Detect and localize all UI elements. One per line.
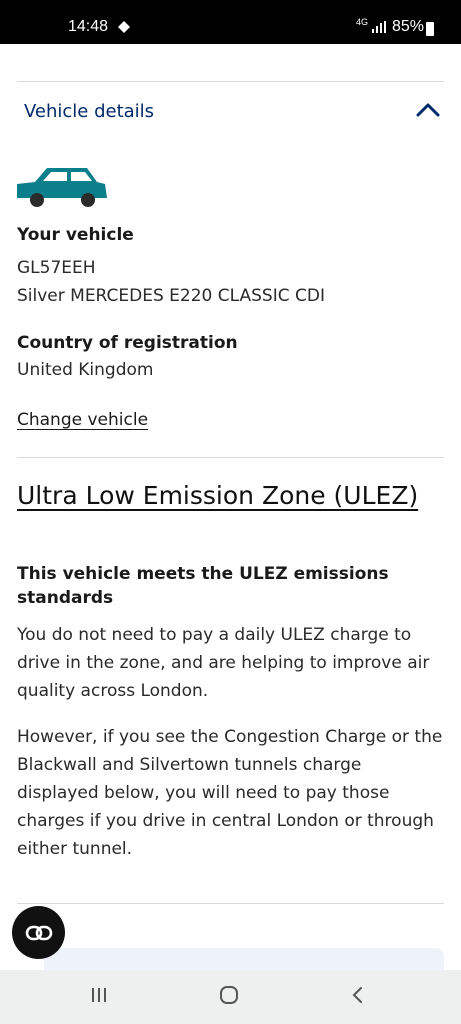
back-icon[interactable] bbox=[350, 986, 364, 1004]
ulez-title[interactable]: Ultra Low Emission Zone (ULEZ) bbox=[17, 479, 437, 513]
network-type: 4G bbox=[356, 17, 369, 27]
notification-icon bbox=[118, 21, 130, 33]
vehicle-details-title: Vehicle details bbox=[24, 101, 155, 122]
divider bbox=[17, 81, 444, 82]
country-label: Country of registration bbox=[17, 333, 238, 353]
vehicle-registration: GL57EEH bbox=[17, 258, 96, 278]
status-bar: 14:48 4G 85% bbox=[0, 0, 461, 44]
ulez-paragraph-1: You do not need to pay a daily ULEZ char… bbox=[17, 625, 430, 701]
signal-icon bbox=[372, 21, 386, 33]
ulez-paragraph-2: However, if you see the Congestion Charg… bbox=[17, 727, 443, 859]
recent-apps-icon[interactable] bbox=[90, 986, 108, 1004]
charges-panel bbox=[44, 948, 444, 970]
page-content: Vehicle details Your vehicle GL57EEH Sil… bbox=[0, 44, 461, 970]
system-nav-bar bbox=[0, 970, 461, 1024]
ulez-status: This vehicle meets the ULEZ emissions st… bbox=[17, 564, 389, 608]
chevron-up-icon[interactable] bbox=[416, 102, 440, 118]
country-value: United Kingdom bbox=[17, 360, 154, 380]
floating-action-button[interactable] bbox=[12, 906, 65, 959]
vehicle-details-header[interactable]: Vehicle details bbox=[17, 94, 444, 130]
vehicle-description: Silver MERCEDES E220 CLASSIC CDI bbox=[17, 286, 325, 306]
car-icon bbox=[17, 168, 107, 207]
divider bbox=[17, 457, 444, 458]
battery-percent: 85% bbox=[392, 18, 425, 35]
home-icon[interactable] bbox=[219, 986, 239, 1004]
your-vehicle-label: Your vehicle bbox=[17, 225, 134, 245]
divider bbox=[17, 903, 444, 904]
link-icon bbox=[25, 925, 53, 941]
battery-icon bbox=[426, 22, 434, 36]
status-time: 14:48 bbox=[68, 18, 109, 35]
change-vehicle-link[interactable]: Change vehicle bbox=[17, 410, 148, 430]
